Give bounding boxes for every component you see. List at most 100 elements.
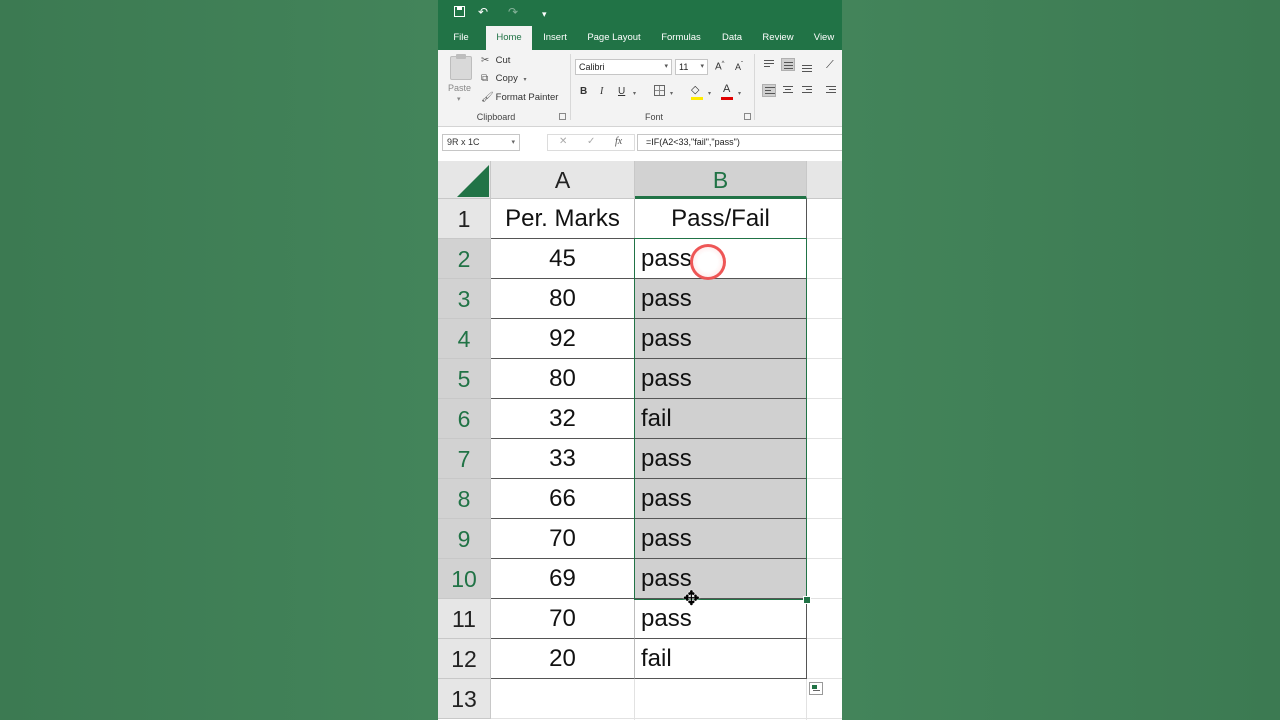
insert-function-icon[interactable]: fx — [615, 136, 622, 147]
align-top-icon[interactable] — [762, 58, 776, 71]
enter-icon[interactable]: ✓ — [587, 136, 595, 147]
cell-b8[interactable]: pass — [635, 479, 807, 519]
cell-b7[interactable]: pass — [635, 439, 807, 479]
paste-button-label[interactable]: Paste — [448, 83, 471, 93]
cell-c11[interactable] — [807, 599, 842, 639]
cell-a10[interactable]: 69 — [491, 559, 635, 599]
cell-b3[interactable]: pass — [635, 279, 807, 319]
row-header[interactable]: 6 — [438, 399, 491, 439]
tab-page-layout[interactable]: Page Layout — [582, 26, 646, 50]
underline-button[interactable]: U — [618, 86, 625, 97]
cell-c1[interactable] — [807, 199, 842, 239]
cut-button[interactable]: ✂ Cut — [481, 55, 510, 66]
tab-insert[interactable]: Insert — [536, 26, 574, 50]
cell-a5[interactable]: 80 — [491, 359, 635, 399]
align-middle-icon[interactable] — [781, 58, 795, 71]
tab-home[interactable]: Home — [486, 26, 532, 50]
formula-input[interactable]: =IF(A2<33,"fail","pass") — [637, 134, 842, 151]
undo-icon[interactable]: ↶ — [478, 5, 488, 19]
cell-b5[interactable]: pass — [635, 359, 807, 399]
cell-b10[interactable]: pass — [635, 559, 807, 599]
font-size-dropdown[interactable]: 11 ▾ — [675, 59, 708, 75]
row-header[interactable]: 7 — [438, 439, 491, 479]
cell-a6[interactable]: 32 — [491, 399, 635, 439]
cell-a11[interactable]: 70 — [491, 599, 635, 639]
cell-c3[interactable] — [807, 279, 842, 319]
copy-dropdown-icon[interactable]: ▾ — [523, 77, 526, 83]
tab-view[interactable]: View — [808, 26, 840, 50]
fill-color-icon[interactable]: ◇ — [691, 83, 699, 96]
font-color-button[interactable]: A — [723, 83, 730, 95]
cell-b6[interactable]: fail — [635, 399, 807, 439]
cell-a4[interactable]: 92 — [491, 319, 635, 359]
fill-color-dropdown-icon[interactable]: ▾ — [708, 90, 711, 97]
row-header[interactable]: 12 — [438, 639, 491, 679]
cell-b13[interactable] — [635, 679, 807, 719]
tab-formulas[interactable]: Formulas — [654, 26, 708, 50]
cell-c2[interactable] — [807, 239, 842, 279]
italic-button[interactable]: I — [600, 86, 603, 97]
format-painter-button[interactable]: 🖌 Format Painter — [481, 92, 558, 103]
cell-c5[interactable] — [807, 359, 842, 399]
align-right-icon[interactable] — [800, 84, 814, 97]
clipboard-launcher-icon[interactable] — [559, 113, 566, 120]
tab-data[interactable]: Data — [716, 26, 748, 50]
cell-b1[interactable]: Pass/Fail — [635, 199, 807, 239]
cell-c9[interactable] — [807, 519, 842, 559]
row-header[interactable]: 9 — [438, 519, 491, 559]
orientation-icon[interactable]: ⟋ — [826, 59, 834, 72]
cell-a12[interactable]: 20 — [491, 639, 635, 679]
cancel-icon[interactable]: ✕ — [559, 136, 567, 147]
row-header[interactable]: 11 — [438, 599, 491, 639]
cell-c8[interactable] — [807, 479, 842, 519]
decrease-indent-icon[interactable] — [824, 84, 838, 97]
column-header-b[interactable]: B — [635, 161, 807, 199]
redo-icon[interactable]: ↷ — [508, 5, 518, 19]
tab-review[interactable]: Review — [756, 26, 800, 50]
cell-a13[interactable] — [491, 679, 635, 719]
font-name-dropdown[interactable]: Calibri ▾ — [575, 59, 672, 75]
align-left-icon[interactable] — [762, 84, 776, 97]
paste-icon[interactable] — [450, 54, 472, 80]
row-header[interactable]: 13 — [438, 679, 491, 719]
row-header[interactable]: 10 — [438, 559, 491, 599]
increase-font-size-button[interactable]: A^ — [715, 61, 725, 72]
borders-icon[interactable] — [654, 85, 665, 96]
column-header-a[interactable]: A — [491, 161, 635, 199]
cell-a1[interactable]: Per. Marks — [491, 199, 635, 239]
row-header[interactable]: 4 — [438, 319, 491, 359]
quick-analysis-icon[interactable] — [809, 682, 823, 695]
cell-c4[interactable] — [807, 319, 842, 359]
cell-b12[interactable]: fail — [635, 639, 807, 679]
cell-a9[interactable]: 70 — [491, 519, 635, 559]
column-header-c[interactable] — [807, 161, 842, 199]
decrease-font-size-button[interactable]: Aˇ — [735, 62, 743, 72]
name-box[interactable]: 9R x 1C ▾ — [442, 134, 520, 151]
paste-dropdown-icon[interactable]: ▾ — [457, 95, 461, 103]
fill-handle[interactable] — [803, 596, 811, 604]
font-color-dropdown-icon[interactable]: ▾ — [738, 90, 741, 97]
customize-toolbar-icon[interactable]: ▾ — [542, 7, 547, 21]
cell-c10[interactable] — [807, 559, 842, 599]
row-header[interactable]: 8 — [438, 479, 491, 519]
cell-b4[interactable]: pass — [635, 319, 807, 359]
cell-c12[interactable] — [807, 639, 842, 679]
align-center-icon[interactable] — [781, 84, 795, 97]
cell-a7[interactable]: 33 — [491, 439, 635, 479]
bold-button[interactable]: B — [580, 86, 587, 97]
row-header[interactable]: 3 — [438, 279, 491, 319]
cell-b11[interactable]: pass — [635, 599, 807, 639]
row-header[interactable]: 2 — [438, 239, 491, 279]
copy-button[interactable]: ⧉ Copy ▾ — [481, 73, 526, 84]
cell-c6[interactable] — [807, 399, 842, 439]
row-header[interactable]: 5 — [438, 359, 491, 399]
font-launcher-icon[interactable] — [744, 113, 751, 120]
cell-a2[interactable]: 45 — [491, 239, 635, 279]
cell-a8[interactable]: 66 — [491, 479, 635, 519]
cell-b9[interactable]: pass — [635, 519, 807, 559]
underline-dropdown-icon[interactable]: ▾ — [633, 90, 636, 97]
tab-file[interactable]: File — [442, 26, 480, 50]
borders-dropdown-icon[interactable]: ▾ — [670, 90, 673, 97]
row-header[interactable]: 1 — [438, 199, 491, 239]
cell-c7[interactable] — [807, 439, 842, 479]
